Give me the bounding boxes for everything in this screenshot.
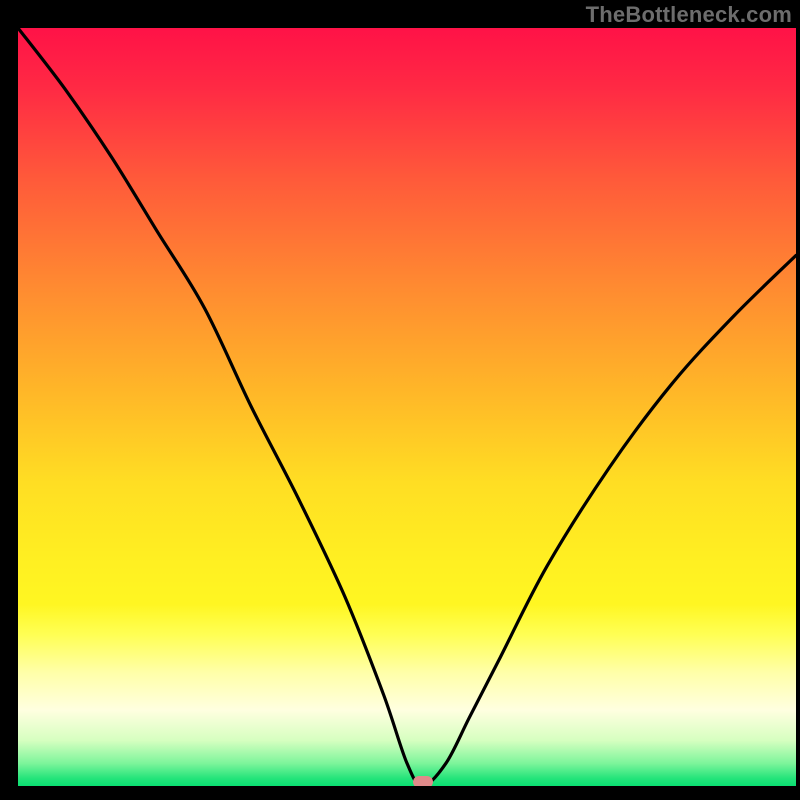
- optimum-marker: [413, 776, 433, 786]
- bottleneck-curve: [18, 28, 796, 786]
- watermark-text: TheBottleneck.com: [586, 2, 792, 28]
- plot-area: [18, 28, 796, 786]
- chart-stage: TheBottleneck.com: [0, 0, 800, 800]
